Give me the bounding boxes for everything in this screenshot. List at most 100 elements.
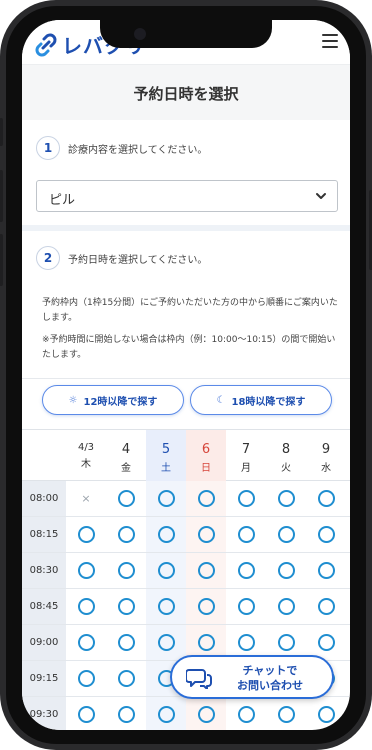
available-slot[interactable] — [269, 702, 303, 727]
available-slot[interactable] — [109, 486, 143, 511]
step-1: 1 診療内容を選択してください。 — [36, 136, 207, 160]
mute-switch — [0, 118, 3, 146]
available-circle-icon — [117, 490, 135, 507]
available-slot[interactable] — [269, 594, 303, 619]
step-2: 2 予約日時を選択してください。 — [36, 246, 207, 270]
available-slot[interactable] — [189, 522, 223, 547]
available-slot[interactable] — [69, 522, 103, 547]
time-label: 09:15 — [22, 661, 66, 696]
day-weekday: 月 — [241, 463, 251, 474]
available-slot[interactable] — [269, 486, 303, 511]
day-date: 7 — [241, 442, 251, 457]
page-title: 予約日時を選択 — [133, 85, 239, 103]
available-slot[interactable] — [229, 486, 263, 511]
time-label: 08:15 — [22, 517, 66, 552]
available-slot[interactable] — [109, 666, 143, 691]
available-slot[interactable] — [149, 558, 183, 583]
available-circle-icon — [157, 706, 175, 723]
search-after-12-button[interactable]: ☼ 12時以降で探す — [42, 385, 184, 415]
available-slot[interactable] — [149, 702, 183, 727]
available-slot[interactable] — [309, 630, 343, 655]
available-slot[interactable] — [229, 630, 263, 655]
available-slot[interactable] — [189, 558, 223, 583]
available-slot[interactable] — [189, 630, 223, 655]
calendar-day-header: 5土 — [146, 430, 186, 481]
available-slot[interactable] — [69, 702, 103, 727]
available-circle-icon — [237, 526, 255, 543]
available-circle-icon — [117, 706, 135, 723]
available-slot[interactable] — [189, 594, 223, 619]
available-slot[interactable] — [269, 558, 303, 583]
available-circle-icon — [317, 706, 335, 723]
available-circle-icon — [77, 670, 95, 687]
available-slot[interactable] — [109, 630, 143, 655]
available-slot[interactable] — [189, 702, 223, 727]
step-2-label: 予約日時を選択してください。 — [68, 254, 208, 266]
available-slot[interactable] — [269, 630, 303, 655]
calendar-day-header: 8火 — [266, 430, 306, 481]
available-circle-icon — [117, 634, 135, 651]
notch — [100, 20, 272, 48]
available-circle-icon — [157, 526, 175, 543]
search-after-18-label: 18時以降で探す — [231, 396, 306, 408]
available-circle-icon — [237, 634, 255, 651]
available-slot[interactable] — [69, 558, 103, 583]
time-row: 08:45 — [22, 589, 350, 625]
available-slot[interactable] — [229, 558, 263, 583]
available-slot[interactable] — [149, 522, 183, 547]
day-date: 9 — [321, 442, 331, 457]
available-slot[interactable] — [229, 702, 263, 727]
available-circle-icon — [317, 562, 335, 579]
hamburger-menu-icon[interactable] — [322, 34, 338, 48]
available-slot[interactable] — [229, 522, 263, 547]
time-row: 08:15 — [22, 517, 350, 553]
available-slot[interactable] — [109, 702, 143, 727]
available-circle-icon — [117, 526, 135, 543]
time-label: 09:30 — [22, 697, 66, 730]
available-circle-icon — [277, 490, 295, 507]
available-slot[interactable] — [109, 594, 143, 619]
available-circle-icon — [77, 706, 95, 723]
available-slot[interactable] — [109, 522, 143, 547]
available-circle-icon — [277, 598, 295, 615]
available-slot[interactable] — [309, 522, 343, 547]
available-circle-icon — [277, 706, 295, 723]
available-slot[interactable] — [69, 594, 103, 619]
time-row: 08:30 — [22, 553, 350, 589]
available-circle-icon — [77, 562, 95, 579]
chat-inquiry-button[interactable]: チャットで お問い合わせ — [170, 655, 334, 699]
day-date: 8 — [281, 442, 291, 457]
available-circle-icon — [237, 706, 255, 723]
available-slot[interactable] — [109, 558, 143, 583]
available-circle-icon — [317, 490, 335, 507]
time-row: 08:00 × — [22, 481, 350, 517]
day-weekday: 木 — [81, 459, 91, 470]
day-date: 6 — [201, 442, 211, 457]
calendar-header: 4/3 木 4 金 5 土 6 日 7 月 8 火 9 水 — [22, 429, 350, 481]
available-slot[interactable] — [149, 486, 183, 511]
available-slot[interactable] — [149, 630, 183, 655]
available-slot[interactable] — [189, 486, 223, 511]
search-after-18-button[interactable]: ☾ 18時以降で探す — [190, 385, 332, 415]
available-circle-icon — [277, 562, 295, 579]
available-slot[interactable] — [269, 522, 303, 547]
available-circle-icon — [117, 670, 135, 687]
available-slot[interactable] — [69, 630, 103, 655]
available-circle-icon — [197, 706, 215, 723]
calendar-day-header: 4/3 木 — [66, 430, 106, 481]
time-label: 08:00 — [22, 481, 66, 516]
available-slot[interactable] — [309, 558, 343, 583]
available-slot[interactable] — [309, 594, 343, 619]
available-slot[interactable] — [229, 594, 263, 619]
available-slot[interactable] — [309, 702, 343, 727]
available-circle-icon — [237, 490, 255, 507]
unavailable-mark: × — [81, 492, 91, 505]
volume-up-button — [0, 170, 3, 222]
available-slot[interactable] — [149, 594, 183, 619]
available-slot[interactable] — [309, 486, 343, 511]
treatment-select-value: ピル — [49, 193, 76, 208]
treatment-select[interactable]: ピル — [36, 180, 338, 212]
available-slot[interactable] — [69, 666, 103, 691]
day-weekday: 金 — [121, 463, 131, 474]
day-date: 5 — [161, 442, 171, 457]
